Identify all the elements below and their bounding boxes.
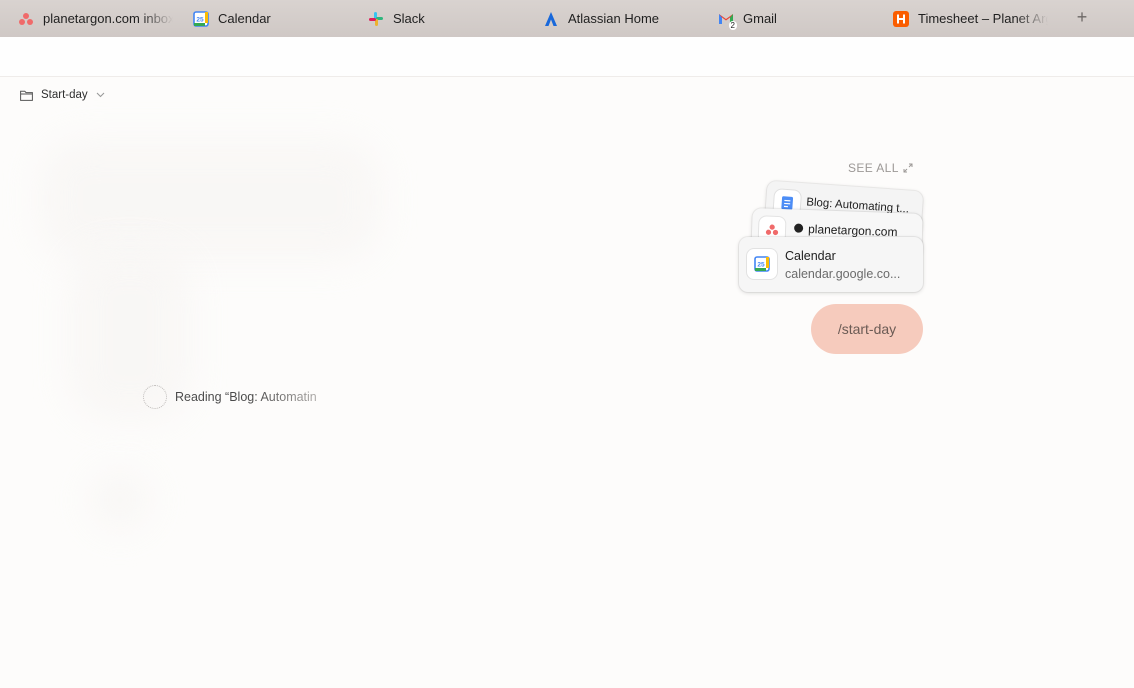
folder-icon xyxy=(20,90,33,101)
folder-selector[interactable]: Start-day xyxy=(20,86,105,104)
source-card-subtitle: calendar.google.co... xyxy=(785,267,901,281)
atlassian-icon xyxy=(543,11,559,27)
tab-planetargon-inbox[interactable]: planetargon.com inbox xyxy=(18,0,173,37)
new-tab-button[interactable]: + xyxy=(1073,8,1091,26)
see-all-button[interactable]: SEE ALL xyxy=(848,161,913,175)
browser-tab-bar: planetargon.com inbox 25 Calendar Slack xyxy=(0,0,1134,37)
tab-atlassian-home[interactable]: Atlassian Home xyxy=(543,0,693,37)
source-card-calendar[interactable]: 25 Calendar calendar.google.co... xyxy=(739,237,923,292)
google-calendar-icon: 25 xyxy=(747,249,777,279)
source-card-title: Calendar xyxy=(785,249,836,263)
tab-label: Timesheet – Planet Argon xyxy=(918,11,1048,26)
faded-background-shape xyxy=(40,140,380,260)
gmail-icon: 2 xyxy=(718,11,737,30)
page-header xyxy=(0,37,1134,77)
reading-status: Reading “Blog: Automatin xyxy=(143,385,317,409)
tab-label: Atlassian Home xyxy=(568,11,660,26)
tab-label: Gmail xyxy=(743,11,777,26)
gmail-badge: 2 xyxy=(728,20,737,30)
folder-name: Start-day xyxy=(41,89,88,101)
tab-label: Calendar xyxy=(218,11,271,26)
tab-gmail[interactable]: 2 Gmail xyxy=(718,0,868,37)
slash-command-text: /start-day xyxy=(837,321,897,337)
faded-background-shape xyxy=(90,470,150,530)
tab-timesheet[interactable]: Timesheet – Planet Argon xyxy=(893,0,1048,37)
expand-icon xyxy=(903,163,913,173)
user-message-bubble: /start-day xyxy=(811,304,923,354)
tab-calendar[interactable]: 25 Calendar xyxy=(193,0,343,37)
tab-label: Slack xyxy=(393,11,425,26)
tab-slack[interactable]: Slack xyxy=(368,0,518,37)
loading-spinner-icon xyxy=(143,385,167,409)
asana-icon xyxy=(18,11,34,27)
dot-icon xyxy=(793,223,804,233)
slack-icon xyxy=(368,11,384,27)
harvest-icon xyxy=(893,10,909,27)
reading-status-text: Reading “Blog: Automatin xyxy=(175,390,317,404)
svg-text:25: 25 xyxy=(757,262,765,269)
google-calendar-icon: 25 xyxy=(193,10,209,27)
chevron-down-icon xyxy=(96,92,105,98)
svg-text:25: 25 xyxy=(196,16,204,23)
tab-label: planetargon.com inbox xyxy=(43,11,173,26)
see-all-label: SEE ALL xyxy=(848,161,899,175)
